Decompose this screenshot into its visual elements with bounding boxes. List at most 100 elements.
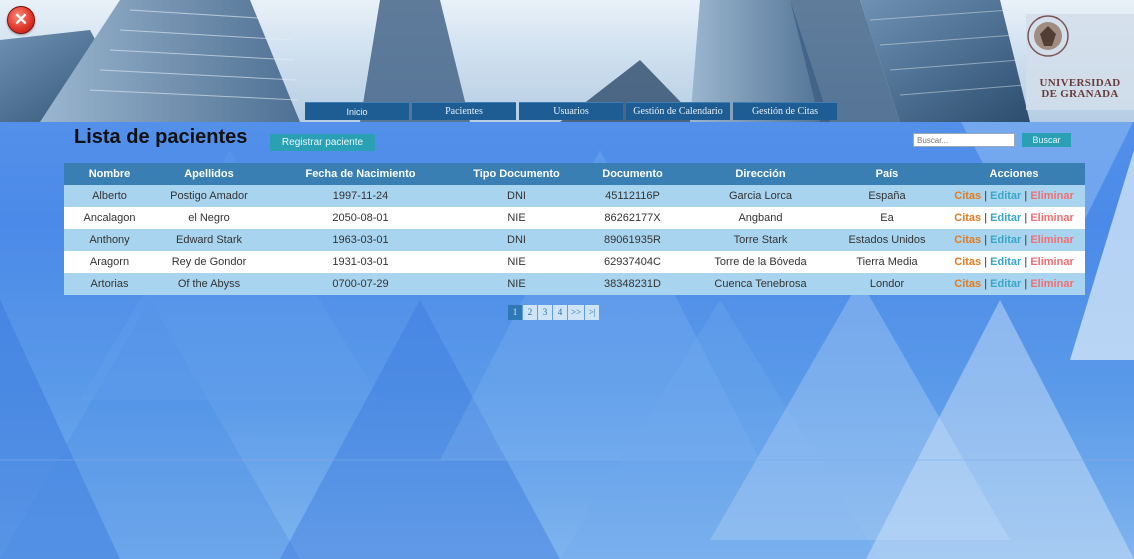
table-cell: Artorias xyxy=(64,273,155,295)
citas-link[interactable]: Citas xyxy=(954,256,981,268)
table-cell: 2050-08-01 xyxy=(263,207,458,229)
table-cell: 86262177X xyxy=(575,207,690,229)
actions-cell: Citas | Editar | Eliminar xyxy=(943,251,1085,273)
column-header: Apellidos xyxy=(155,163,263,185)
table-cell: Ancalagon xyxy=(64,207,155,229)
pagination: 1 2 3 4 >> >| xyxy=(508,305,600,320)
column-header: Dirección xyxy=(690,163,831,185)
delete-link[interactable]: Eliminar xyxy=(1030,190,1073,202)
main-nav: Inicio Pacientes Usuarios Gestión de Cal… xyxy=(305,102,840,120)
page-link[interactable]: 3 xyxy=(538,305,552,320)
separator: | xyxy=(1024,278,1028,290)
page-link[interactable]: >| xyxy=(585,305,600,320)
nav-item-citas[interactable]: Gestión de Citas xyxy=(733,102,837,120)
logo-text-line2: DE GRANADA xyxy=(1041,88,1119,100)
citas-link[interactable]: Citas xyxy=(954,234,981,246)
delete-link[interactable]: Eliminar xyxy=(1030,234,1073,246)
table-cell: 89061935R xyxy=(575,229,690,251)
citas-link[interactable]: Citas xyxy=(954,190,981,202)
separator: | xyxy=(1024,190,1028,202)
table-cell: Postigo Amador xyxy=(155,185,263,207)
edit-link[interactable]: Editar xyxy=(990,278,1021,290)
actions-cell: Citas | Editar | Eliminar xyxy=(943,229,1085,251)
separator: | xyxy=(984,256,988,268)
table-cell: 0700-07-29 xyxy=(263,273,458,295)
page-link[interactable]: 1 xyxy=(508,305,522,320)
page-link[interactable]: 2 xyxy=(523,305,537,320)
edit-link[interactable]: Editar xyxy=(990,234,1021,246)
nav-item-pacientes[interactable]: Pacientes xyxy=(412,102,516,120)
table-cell: Ea xyxy=(831,207,943,229)
table-cell: 1931-03-01 xyxy=(263,251,458,273)
table-row: Anthony Edward Stark 1963-03-01 DNI 89061935… xyxy=(64,229,1085,251)
page-link[interactable]: >> xyxy=(568,305,585,320)
column-header: País xyxy=(831,163,943,185)
column-header: Nombre xyxy=(64,163,155,185)
table-cell: Cuenca Tenebrosa xyxy=(690,273,831,295)
column-header: Documento xyxy=(575,163,690,185)
table-cell: Torre de la Bóveda xyxy=(690,251,831,273)
table-cell: el Negro xyxy=(155,207,263,229)
column-header: Tipo Documento xyxy=(458,163,575,185)
edit-link[interactable]: Editar xyxy=(990,190,1021,202)
separator: | xyxy=(984,190,988,202)
table-cell: NIE xyxy=(458,273,575,295)
separator: | xyxy=(984,278,988,290)
citas-link[interactable]: Citas xyxy=(954,278,981,290)
table-cell: 38348231D xyxy=(575,273,690,295)
table-cell: Anthony xyxy=(64,229,155,251)
actions-cell: Citas | Editar | Eliminar xyxy=(943,273,1085,295)
delete-link[interactable]: Eliminar xyxy=(1030,212,1073,224)
edit-link[interactable]: Editar xyxy=(990,256,1021,268)
seal-icon xyxy=(1027,15,1069,57)
page-link[interactable]: 4 xyxy=(553,305,567,320)
separator: | xyxy=(984,212,988,224)
table-cell: Angband xyxy=(690,207,831,229)
search-button[interactable]: Buscar xyxy=(1022,133,1071,147)
table-row: Alberto Postigo Amador 1997-11-24 DNI 451121… xyxy=(64,185,1085,207)
table-header-row: Nombre Apellidos Fecha de Nacimiento Tip… xyxy=(64,163,1085,185)
search-input[interactable] xyxy=(913,133,1015,147)
table-cell: NIE xyxy=(458,207,575,229)
delete-link[interactable]: Eliminar xyxy=(1030,278,1073,290)
table-row: Ancalagon el Negro 2050-08-01 NIE 86262177X A… xyxy=(64,207,1085,229)
edit-link[interactable]: Editar xyxy=(990,212,1021,224)
table-row: Artorias Of the Abyss 0700-07-29 NIE 3834823… xyxy=(64,273,1085,295)
nav-item-calendario[interactable]: Gestión de Calendario xyxy=(626,102,730,120)
column-header: Acciones xyxy=(943,163,1085,185)
actions-cell: Citas | Editar | Eliminar xyxy=(943,207,1085,229)
table-cell: Edward Stark xyxy=(155,229,263,251)
table-cell: España xyxy=(831,185,943,207)
nav-item-inicio[interactable]: Inicio xyxy=(305,102,409,120)
separator: | xyxy=(1024,234,1028,246)
table-cell: 1963-03-01 xyxy=(263,229,458,251)
table-cell: Rey de Gondor xyxy=(155,251,263,273)
table-cell: 45112116P xyxy=(575,185,690,207)
table-row: Aragorn Rey de Gondor 1931-03-01 NIE 6293740… xyxy=(64,251,1085,273)
table-cell: DNI xyxy=(458,185,575,207)
table-cell: Estados Unidos xyxy=(831,229,943,251)
column-header: Fecha de Nacimiento xyxy=(263,163,458,185)
table-cell: Garcia Lorca xyxy=(690,185,831,207)
table-cell: NIE xyxy=(458,251,575,273)
table-cell: Alberto xyxy=(64,185,155,207)
close-icon[interactable]: ✕ xyxy=(7,6,35,34)
page-title: Lista de pacientes xyxy=(74,126,248,148)
header-banner: UNIVERSIDAD DE GRANADA Inicio Pacientes … xyxy=(0,0,1134,122)
delete-link[interactable]: Eliminar xyxy=(1030,256,1073,268)
table-cell: Aragorn xyxy=(64,251,155,273)
table-cell: 1997-11-24 xyxy=(263,185,458,207)
separator: | xyxy=(1024,256,1028,268)
table-cell: Torre Stark xyxy=(690,229,831,251)
university-logo: UNIVERSIDAD DE GRANADA xyxy=(1026,14,1134,110)
table-cell: Of the Abyss xyxy=(155,273,263,295)
citas-link[interactable]: Citas xyxy=(954,212,981,224)
table-cell: Tierra Media xyxy=(831,251,943,273)
actions-cell: Citas | Editar | Eliminar xyxy=(943,185,1085,207)
table-cell: DNI xyxy=(458,229,575,251)
separator: | xyxy=(1024,212,1028,224)
table-cell: Londor xyxy=(831,273,943,295)
nav-item-usuarios[interactable]: Usuarios xyxy=(519,102,623,120)
register-patient-button[interactable]: Registrar paciente xyxy=(270,134,375,151)
table-cell: 62937404C xyxy=(575,251,690,273)
